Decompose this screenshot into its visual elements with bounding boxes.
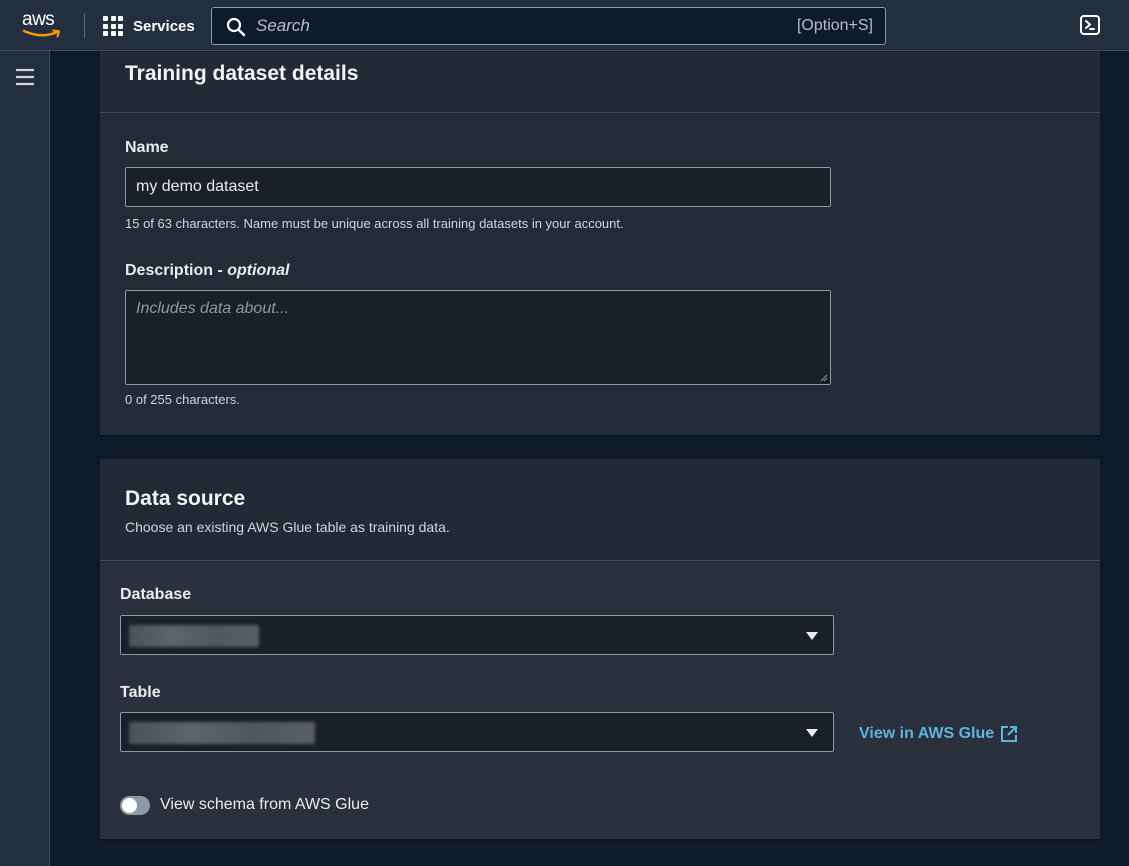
side-navigation-rail <box>0 51 50 866</box>
table-label: Table <box>120 684 161 701</box>
name-hint: 15 of 63 characters. Name must be unique… <box>125 216 624 231</box>
name-input[interactable] <box>125 167 831 207</box>
services-label: Services <box>133 17 195 35</box>
services-grid-icon <box>103 16 123 36</box>
panel-title: Training dataset details <box>125 62 359 85</box>
description-label: Description - optional <box>125 262 289 280</box>
database-label: Database <box>120 586 192 603</box>
table-select[interactable] <box>120 712 834 752</box>
description-hint: 0 of 255 characters. <box>125 392 240 407</box>
description-label-text: Description - <box>125 262 228 279</box>
global-search[interactable]: [Option+S] <box>211 7 886 45</box>
panel-body: Database Table View in AWS Glue View sch… <box>100 562 1100 839</box>
aws-logo[interactable]: aws <box>22 9 64 39</box>
view-schema-toggle-label: View schema from AWS Glue <box>160 796 369 813</box>
training-dataset-details-panel: Training dataset details Name 15 of 63 c… <box>100 51 1100 435</box>
cloudshell-icon <box>1080 15 1100 35</box>
search-input[interactable] <box>256 14 756 38</box>
cloudshell-button[interactable] <box>1079 14 1101 41</box>
main-content: Training dataset details Name 15 of 63 c… <box>51 51 1129 866</box>
search-icon <box>226 17 246 37</box>
database-selected-value-redacted <box>129 625 259 647</box>
table-selected-value-redacted <box>129 722 315 744</box>
view-schema-toggle[interactable] <box>120 796 150 815</box>
view-in-aws-glue-link[interactable]: View in AWS Glue <box>859 725 1018 743</box>
panel-subtitle: Choose an existing AWS Glue table as tra… <box>125 519 450 535</box>
textarea-resize-handle-icon[interactable] <box>820 374 828 382</box>
name-label: Name <box>125 139 169 156</box>
toggle-knob <box>122 798 137 813</box>
panel-header: Data source Choose an existing AWS Glue … <box>100 459 1100 561</box>
caret-down-icon <box>806 729 818 737</box>
nav-divider <box>84 13 85 38</box>
search-shortcut-hint: [Option+S] <box>796 17 873 34</box>
caret-down-icon <box>806 632 818 640</box>
description-optional-tag: optional <box>227 262 290 279</box>
panel-body: Name 15 of 63 characters. Name must be u… <box>100 114 1100 435</box>
data-source-panel: Data source Choose an existing AWS Glue … <box>100 459 1100 839</box>
aws-smile-icon <box>22 29 60 38</box>
panel-header: Training dataset details <box>100 51 1100 113</box>
description-textarea[interactable] <box>125 290 831 385</box>
top-navigation: aws Services [Option+S] <box>0 0 1129 51</box>
hamburger-menu-icon[interactable] <box>15 68 35 86</box>
panel-title: Data source <box>125 487 246 510</box>
view-in-aws-glue-label: View in AWS Glue <box>859 725 995 742</box>
aws-logo-text: aws <box>22 9 55 30</box>
external-link-icon <box>1001 726 1018 742</box>
services-menu-button[interactable]: Services <box>103 14 195 38</box>
database-select[interactable] <box>120 615 834 655</box>
